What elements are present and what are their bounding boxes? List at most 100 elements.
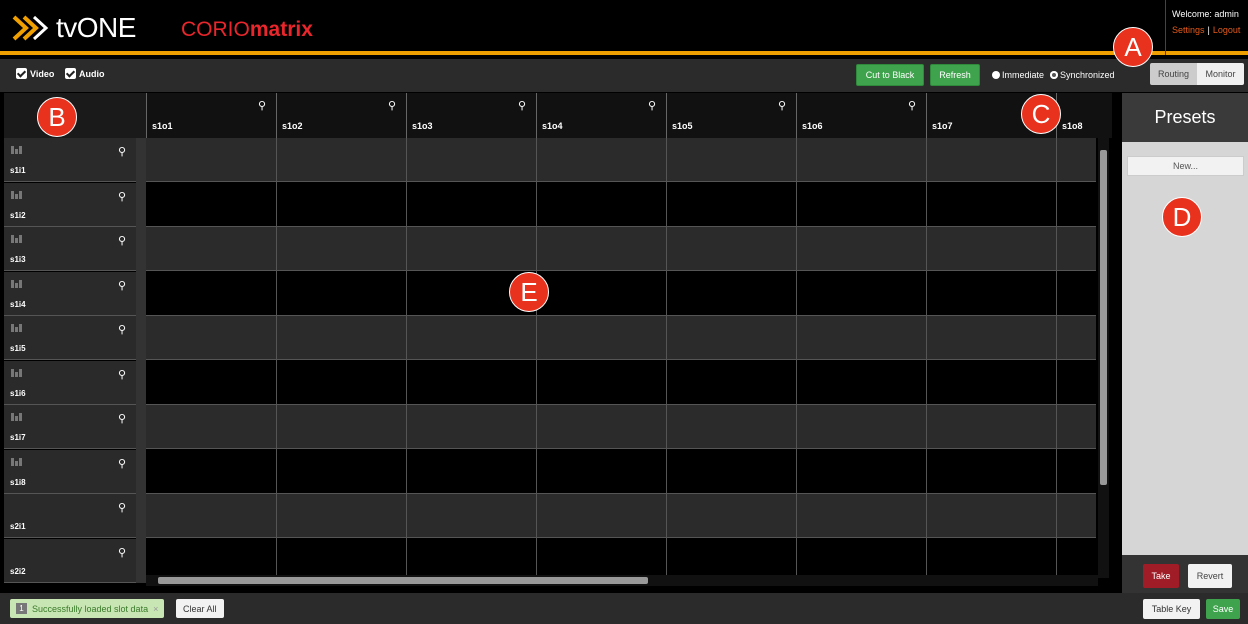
output-header[interactable]: ⚲ s1o2 <box>276 93 406 138</box>
output-header[interactable]: ⚲ s1o3 <box>406 93 536 138</box>
magnifier-icon[interactable]: ⚲ <box>118 457 126 470</box>
input-header[interactable]: ⚲ s2i1 <box>4 494 136 538</box>
output-label: s1o5 <box>672 121 693 131</box>
input-header[interactable]: ⚲ s1i4 <box>4 271 136 316</box>
magnifier-icon[interactable]: ⚲ <box>118 279 126 292</box>
new-preset-button[interactable]: New... <box>1127 156 1244 176</box>
user-links: Settings | Logout <box>1172 22 1248 38</box>
input-header[interactable]: ⚲ s1i7 <box>4 405 136 449</box>
product-name: CORIOmatrix <box>181 18 313 41</box>
input-label: s1i7 <box>10 433 26 442</box>
monitor-tab[interactable]: Monitor <box>1197 63 1244 85</box>
grid-row[interactable] <box>146 449 1096 494</box>
magnifier-icon[interactable]: ⚲ <box>118 368 126 381</box>
refresh-button[interactable]: Refresh <box>930 64 980 86</box>
routing-grid[interactable] <box>146 138 1096 578</box>
grid-row[interactable] <box>146 405 1096 449</box>
input-label: s2i2 <box>10 566 26 576</box>
grid-row[interactable] <box>146 227 1096 271</box>
magnifier-icon[interactable]: ⚲ <box>118 546 126 559</box>
input-label: s1i4 <box>10 299 26 309</box>
magnifier-icon[interactable]: ⚲ <box>648 99 656 112</box>
scrollbar-thumb[interactable] <box>158 577 648 584</box>
grid-row[interactable] <box>146 494 1096 538</box>
input-header[interactable]: ⚲ s1i8 <box>4 449 136 494</box>
link-separator: | <box>1207 25 1210 35</box>
synchronized-radio[interactable]: Synchronized <box>1050 70 1115 80</box>
grid-column-divider <box>406 138 407 578</box>
magnifier-icon[interactable]: ⚲ <box>388 99 396 112</box>
revert-button[interactable]: Revert <box>1188 564 1232 588</box>
output-label: s1o6 <box>802 121 823 131</box>
audio-level-icon <box>11 368 25 377</box>
grid-row[interactable] <box>146 316 1096 360</box>
grid-column-divider <box>1056 138 1057 578</box>
audio-level-icon <box>11 279 25 288</box>
input-header[interactable]: ⚲ s1i2 <box>4 182 136 227</box>
grid-column-divider <box>926 138 927 578</box>
input-header[interactable]: ⚲ s1i5 <box>4 316 136 360</box>
cut-to-black-button[interactable]: Cut to Black <box>856 64 924 86</box>
output-header[interactable]: ⚲ s1o6 <box>796 93 926 138</box>
table-key-button[interactable]: Table Key <box>1143 599 1200 619</box>
clear-all-button[interactable]: Clear All <box>176 599 224 618</box>
magnifier-icon[interactable]: ⚲ <box>118 190 126 203</box>
tvone-logo: tvONE <box>10 12 136 44</box>
presets-title: Presets <box>1122 93 1248 142</box>
input-header[interactable]: ⚲ s1i3 <box>4 227 136 271</box>
callout-a: A <box>1113 27 1153 67</box>
input-header[interactable]: ⚲ s1i1 <box>4 138 136 182</box>
magnifier-icon[interactable]: ⚲ <box>118 145 126 158</box>
presets-footer: Take Revert <box>1122 555 1248 593</box>
output-header[interactable]: ⚲ s1o4 <box>536 93 666 138</box>
logout-link[interactable]: Logout <box>1213 25 1241 35</box>
horizontal-scrollbar[interactable] <box>146 575 1098 586</box>
magnifier-icon[interactable]: ⚲ <box>118 412 126 425</box>
audio-level-icon <box>11 324 25 332</box>
grid-column-divider <box>536 138 537 578</box>
output-label: s1o1 <box>152 121 173 131</box>
magnifier-icon[interactable]: ⚲ <box>118 501 126 514</box>
audio-checkbox[interactable]: Audio <box>65 68 105 79</box>
magnifier-icon[interactable]: ⚲ <box>778 99 786 112</box>
toolbar: Video Audio Cut to Black Refresh Immedia… <box>0 59 1248 139</box>
magnifier-icon[interactable]: ⚲ <box>118 323 126 336</box>
input-label: s1i1 <box>10 166 26 175</box>
audio-level-icon <box>11 235 25 243</box>
grid-column-divider <box>796 138 797 578</box>
audio-level-icon <box>11 190 25 199</box>
vertical-scrollbar[interactable] <box>1098 138 1109 578</box>
immediate-radio[interactable]: Immediate <box>992 70 1044 80</box>
output-header[interactable]: ⚲ s1o5 <box>666 93 796 138</box>
video-checkbox[interactable]: Video <box>16 68 54 79</box>
user-box: Welcome: admin Settings | Logout <box>1165 0 1248 55</box>
output-label: s1o7 <box>932 121 953 131</box>
input-header[interactable]: ⚲ s2i2 <box>4 538 136 583</box>
grid-row[interactable] <box>146 271 1096 316</box>
close-icon[interactable]: × <box>153 604 158 614</box>
magnifier-icon[interactable]: ⚲ <box>258 99 266 112</box>
routing-tab[interactable]: Routing <box>1150 63 1197 85</box>
input-header[interactable]: ⚲ s1i6 <box>4 360 136 405</box>
scrollbar-thumb[interactable] <box>1100 150 1107 485</box>
settings-link[interactable]: Settings <box>1172 25 1205 35</box>
callout-d: D <box>1162 197 1202 237</box>
callout-c: C <box>1021 94 1061 134</box>
save-button[interactable]: Save <box>1206 599 1240 619</box>
output-header[interactable]: s1o8 <box>1056 93 1112 138</box>
brand-name: tvONE <box>56 12 136 43</box>
grid-row[interactable] <box>146 538 1096 578</box>
checkbox-checked-icon <box>16 68 27 79</box>
welcome-text: Welcome: admin <box>1172 9 1239 19</box>
magnifier-icon[interactable]: ⚲ <box>518 99 526 112</box>
callout-b: B <box>37 97 77 137</box>
grid-row[interactable] <box>146 182 1096 227</box>
take-button[interactable]: Take <box>1143 564 1179 588</box>
row-header-gutter <box>136 138 146 583</box>
output-header[interactable]: ⚲ s1o1 <box>146 93 276 138</box>
magnifier-icon[interactable]: ⚲ <box>118 234 126 247</box>
grid-row[interactable] <box>146 360 1096 405</box>
grid-row[interactable] <box>146 138 1096 182</box>
magnifier-icon[interactable]: ⚲ <box>908 99 916 112</box>
audio-level-icon <box>11 457 25 466</box>
